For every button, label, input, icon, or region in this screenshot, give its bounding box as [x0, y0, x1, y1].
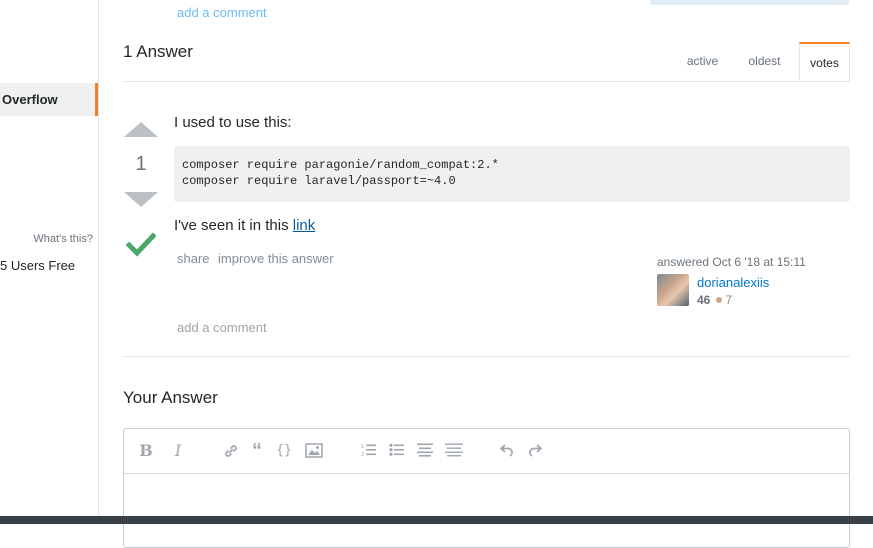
answers-header-divider — [123, 81, 850, 82]
svg-text:2: 2 — [361, 452, 364, 457]
sidebar-divider — [98, 0, 99, 524]
image-icon[interactable] — [304, 441, 324, 461]
numbered-list-icon[interactable]: 12 — [359, 441, 379, 461]
reputation-score: 46 7 — [697, 293, 732, 307]
reputation-value: 46 — [697, 293, 711, 307]
bold-icon[interactable]: B — [136, 441, 156, 461]
share-link[interactable]: share — [177, 251, 210, 266]
code-block: composer require paragonie/random_compat… — [174, 146, 850, 202]
vote-down-icon[interactable] — [124, 192, 158, 207]
code-icon[interactable]: {} — [274, 441, 294, 461]
bronze-badge-count: 7 — [725, 293, 733, 307]
answers-count-header: 1 Answer — [123, 42, 193, 61]
answer-intro-text: I used to use this: — [174, 114, 292, 131]
your-answer-heading: Your Answer — [123, 388, 218, 407]
italic-icon[interactable]: I — [168, 441, 188, 461]
sidebar-item-label: Overflow — [2, 92, 58, 107]
answer-editor[interactable]: B I “ {} 12 — [123, 428, 850, 548]
question-add-comment-link[interactable]: add a comment — [177, 5, 267, 20]
username-link[interactable]: dorianalexiis — [697, 275, 769, 290]
question-user-card — [650, 0, 849, 5]
tab-votes[interactable]: votes — [799, 42, 850, 82]
horizontal-rule-icon[interactable] — [444, 441, 464, 461]
sidebar-item-overflow[interactable]: Overflow — [0, 83, 98, 116]
redo-icon[interactable] — [525, 441, 545, 461]
blockquote-icon[interactable]: “ — [247, 441, 267, 461]
answer-link[interactable]: link — [293, 217, 316, 234]
vote-up-icon[interactable] — [124, 122, 158, 137]
bottom-taskbar — [0, 516, 873, 524]
heading-icon[interactable] — [415, 441, 435, 461]
code-line: composer require laravel/passport=~4.0 — [182, 174, 456, 188]
answer-link-paragraph: I've seen it in this link — [174, 217, 315, 234]
sidebar-promo-text[interactable]: 5 Users Free — [0, 258, 75, 273]
vote-count: 1 — [135, 153, 147, 175]
avatar[interactable] — [657, 274, 689, 306]
bronze-badge-icon — [716, 297, 723, 303]
code-line: composer require paragonie/random_compat… — [182, 158, 499, 172]
tab-oldest[interactable]: oldest — [738, 42, 791, 82]
answer-link-prefix: I've seen it in this — [174, 217, 293, 234]
tab-active[interactable]: active — [675, 42, 730, 82]
section-divider — [123, 356, 850, 357]
improve-answer-link[interactable]: improve this answer — [218, 251, 334, 266]
undo-icon[interactable] — [497, 441, 517, 461]
bulleted-list-icon[interactable] — [387, 441, 407, 461]
whats-this-link[interactable]: What's this? — [33, 233, 93, 245]
link-icon[interactable] — [221, 441, 241, 461]
accepted-check-icon — [125, 232, 157, 258]
answer-add-comment-link[interactable]: add a comment — [177, 320, 267, 335]
answered-timestamp: answered Oct 6 '18 at 15:11 — [657, 255, 806, 269]
svg-text:1: 1 — [361, 444, 364, 450]
editor-toolbar: B I “ {} 12 — [124, 429, 849, 474]
